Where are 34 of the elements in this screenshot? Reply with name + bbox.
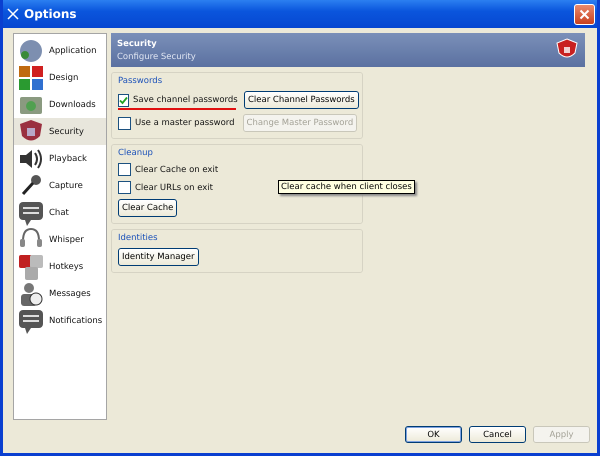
sidebar-item[interactable]: Chat <box>14 199 106 226</box>
close-button[interactable] <box>574 4 595 24</box>
checkbox-label: Clear Cache on exit <box>135 164 218 174</box>
dialog-button[interactable]: Cancel <box>469 426 526 443</box>
tooltip: Clear cache when client closes <box>278 180 415 194</box>
sidebar-item[interactable]: Security <box>14 118 106 145</box>
checkbox-label: Use a master password <box>135 118 235 128</box>
sidebar-item[interactable]: Whisper <box>14 226 106 253</box>
checkbox-label: Clear URLs on exit <box>135 182 214 192</box>
color-tiles-icon <box>17 64 45 92</box>
section-subtitle: Configure Security <box>117 52 197 62</box>
sidebar-item[interactable]: Notifications <box>14 307 106 334</box>
sidebar-item[interactable]: Downloads <box>14 91 106 118</box>
group-title: Identities <box>118 233 159 243</box>
section-title: Security <box>117 38 158 48</box>
action-button[interactable]: Clear Channel Passwords <box>244 91 359 109</box>
checkbox[interactable] <box>118 116 131 130</box>
window-title: Options <box>24 7 78 21</box>
sidebar-item[interactable]: Application <box>14 37 106 64</box>
action-button[interactable]: Identity Manager <box>118 248 199 266</box>
sidebar-item[interactable]: Playback <box>14 145 106 172</box>
checkbox-label: Save channel passwords <box>133 95 238 105</box>
sidebar-item[interactable]: Hotkeys <box>14 253 106 280</box>
checkbox[interactable] <box>118 181 131 194</box>
dialog-button[interactable]: OK <box>405 426 462 443</box>
checkbox[interactable] <box>118 163 131 176</box>
sidebar-item[interactable]: Capture <box>14 172 106 199</box>
action-button[interactable]: Clear Cache <box>118 199 178 217</box>
group-title: Cleanup <box>118 148 154 158</box>
sidebar-item[interactable]: Design <box>14 64 106 91</box>
checkbox[interactable] <box>118 94 129 106</box>
sidebar-item[interactable]: Messages <box>14 280 106 307</box>
group-title: Passwords <box>118 76 164 86</box>
close-icon <box>579 8 590 20</box>
